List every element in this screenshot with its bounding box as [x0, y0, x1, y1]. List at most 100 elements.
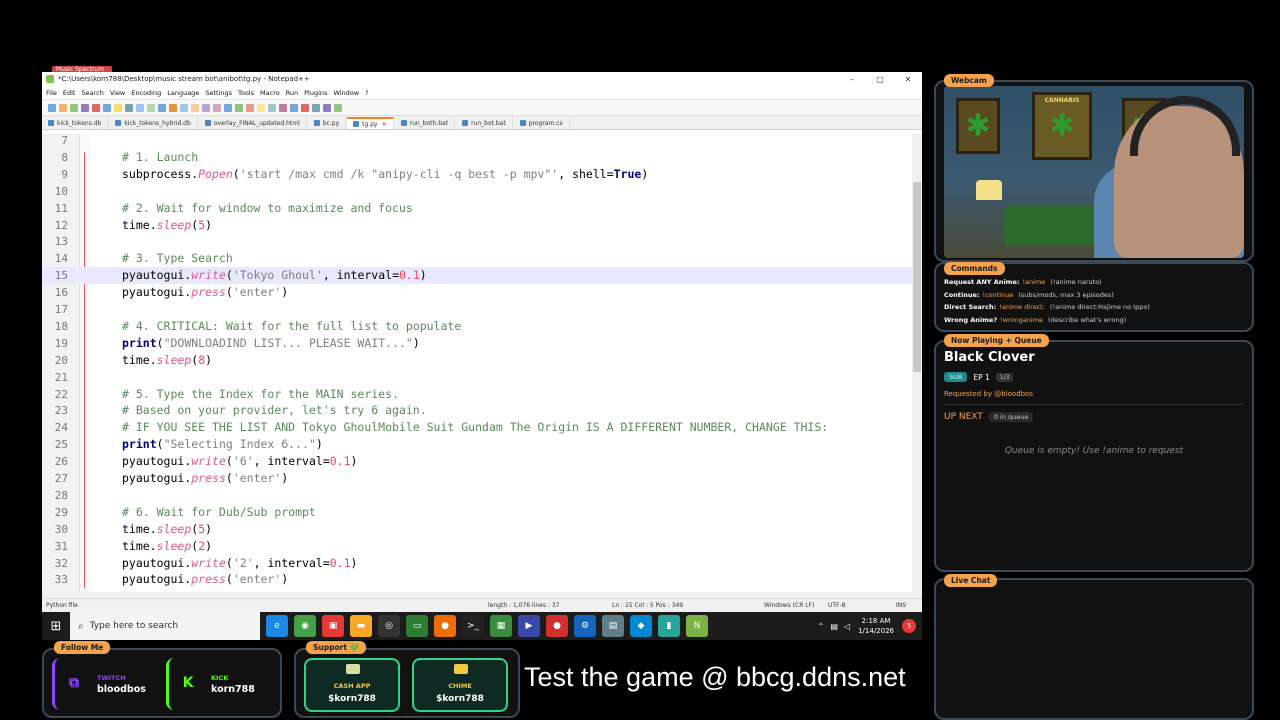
code-text[interactable]: time.sleep(2)	[122, 538, 212, 555]
toolbar-button-icon[interactable]	[246, 103, 254, 112]
tab-program-cs[interactable]: program.cs	[514, 117, 570, 129]
menu-item-search[interactable]: Search	[81, 89, 103, 97]
scroll-thumb[interactable]	[913, 182, 921, 372]
code-line[interactable]: 16 pyautogui.press('enter')	[42, 284, 912, 301]
taskbar-search[interactable]: ⌕ Type here to search	[70, 612, 260, 640]
minimize-button[interactable]: –	[838, 75, 866, 84]
folder-icon[interactable]: ▬	[350, 615, 372, 637]
start-button[interactable]: ⊞	[42, 612, 70, 640]
code-text[interactable]: pyautogui.press('enter')	[122, 571, 288, 588]
code-line[interactable]: 14 # 3. Type Search	[42, 250, 912, 267]
code-text[interactable]: # 1. Launch	[122, 149, 198, 166]
menu-item-macro[interactable]: Macro	[260, 89, 280, 97]
code-line[interactable]: 9 subprocess.Popen('start /max cmd /k "an…	[42, 166, 912, 183]
toolbar-button-icon[interactable]	[147, 103, 155, 112]
code-text[interactable]: # IF YOU SEE THE LIST AND Tokyo GhoulMob…	[122, 419, 828, 436]
code-text[interactable]: print("Selecting Index 6...")	[122, 436, 323, 453]
drive-icon[interactable]: ▤	[602, 615, 624, 637]
obs-icon[interactable]: ◎	[378, 615, 400, 637]
record-icon[interactable]: ●	[546, 615, 568, 637]
vertical-scrollbar[interactable]	[912, 134, 922, 596]
support-card-cash-app[interactable]: CASH APP $korn788	[304, 658, 400, 712]
toolbar-button-icon[interactable]	[301, 103, 309, 112]
toolbar-button-icon[interactable]	[180, 103, 188, 112]
code-editor[interactable]: 7 8 # 1. Launch 9 subprocess.Popen('start /m…	[42, 134, 912, 596]
tab-kick-tokens-hybrid-db[interactable]: kick_tokens_hybrid.db	[109, 117, 198, 129]
code-line[interactable]: 8 # 1. Launch	[42, 149, 912, 166]
code-text[interactable]: # 2. Wait for window to maximize and foc…	[122, 200, 413, 217]
code-line[interactable]: 33 pyautogui.press('enter')	[42, 571, 912, 588]
menu-item-settings[interactable]: Settings	[205, 89, 232, 97]
code-text[interactable]: pyautogui.press('enter')	[122, 470, 288, 487]
menu-item-encoding[interactable]: Encoding	[131, 89, 161, 97]
code-text[interactable]: subprocess.Popen('start /max cmd /k "ani…	[122, 166, 648, 183]
code-text[interactable]: pyautogui.press('enter')	[122, 284, 288, 301]
menu-item-run[interactable]: Run	[286, 89, 298, 97]
toolbar-button-icon[interactable]	[213, 103, 221, 112]
support-card-chime[interactable]: CHIME $korn788	[412, 658, 508, 712]
notepadpp-icon[interactable]: N	[686, 615, 708, 637]
steam-icon[interactable]: ⚙	[574, 615, 596, 637]
tab-kick-tokens-db[interactable]: kick_tokens.db	[42, 117, 109, 129]
code-text[interactable]: # 5. Type the Index for the MAIN series.	[122, 386, 399, 403]
toolbar-button-icon[interactable]	[323, 103, 331, 112]
menu-item-edit[interactable]: Edit	[63, 89, 76, 97]
toolbar-button-icon[interactable]	[257, 103, 265, 112]
menu-item-language[interactable]: Language	[167, 89, 199, 97]
code-line[interactable]: 21	[42, 369, 912, 386]
maximize-button[interactable]: ▢	[866, 75, 894, 84]
notes-icon[interactable]: ▮	[658, 615, 680, 637]
code-text[interactable]: print("DOWNLOADIND LIST... PLEASE WAIT..…	[122, 335, 420, 352]
close-button[interactable]: ✕	[894, 75, 922, 84]
code-line[interactable]: 13	[42, 233, 912, 250]
toolbar-button-icon[interactable]	[268, 103, 276, 112]
code-line[interactable]: 19 print("DOWNLOADIND LIST... PLEASE WAIT…	[42, 335, 912, 352]
tab-run-both-bat[interactable]: run_both.bat	[395, 117, 456, 129]
toolbar-button-icon[interactable]	[103, 103, 111, 112]
code-line[interactable]: 25 print("Selecting Index 6...")	[42, 436, 912, 453]
toolbar-button-icon[interactable]	[279, 103, 287, 112]
code-line[interactable]: 22 # 5. Type the Index for the MAIN serie…	[42, 386, 912, 403]
code-line[interactable]: 32 pyautogui.write('2', interval=0.1)	[42, 555, 912, 572]
code-line[interactable]: 26 pyautogui.write('6', interval=0.1)	[42, 453, 912, 470]
toolbar-button-icon[interactable]	[334, 103, 342, 112]
code-line[interactable]: 18 # 4. CRITICAL: Wait for the full list …	[42, 318, 912, 335]
firefox-icon[interactable]: ●	[434, 615, 456, 637]
chrome-icon[interactable]: ◉	[294, 615, 316, 637]
toolbar-button-icon[interactable]	[202, 103, 210, 112]
volume-icon[interactable]: ◁	[844, 622, 850, 631]
toolbar-button-icon[interactable]	[81, 103, 89, 112]
code-line[interactable]: 28	[42, 487, 912, 504]
tray-chevron-icon[interactable]: ⌃	[818, 622, 825, 631]
code-line[interactable]: 31 time.sleep(2)	[42, 538, 912, 555]
code-line[interactable]: 10	[42, 183, 912, 200]
toolbar-button-icon[interactable]	[136, 103, 144, 112]
menu-item-plugins[interactable]: Plugins	[304, 89, 327, 97]
toolbar-button-icon[interactable]	[312, 103, 320, 112]
menu-item-view[interactable]: View	[110, 89, 125, 97]
toolbar-button-icon[interactable]	[290, 103, 298, 112]
code-line[interactable]: 27 pyautogui.press('enter')	[42, 470, 912, 487]
follow-card-twitch[interactable]: ⧉ TWITCH bloodbos	[52, 658, 160, 710]
vpn-icon[interactable]: ◆	[630, 615, 652, 637]
code-text[interactable]: # Based on your provider, let's try 6 ag…	[122, 402, 427, 419]
toolbar-button-icon[interactable]	[235, 103, 243, 112]
code-line[interactable]: 7	[42, 134, 912, 149]
monitor-icon[interactable]: ▭	[406, 615, 428, 637]
code-text[interactable]: time.sleep(5)	[122, 521, 212, 538]
clock[interactable]: 2:18 AM 1/14/2026	[858, 616, 894, 636]
toolbar-button-icon[interactable]	[48, 103, 56, 112]
tab-overlay-final-updated-html[interactable]: overlay_FINAL_updated.html	[199, 117, 307, 129]
code-line[interactable]: 23 # Based on your provider, let's try 6 …	[42, 402, 912, 419]
code-line[interactable]: 24 # IF YOU SEE THE LIST AND Tokyo GhoulM…	[42, 419, 912, 436]
app-icon[interactable]: ▦	[490, 615, 512, 637]
edge-icon[interactable]: e	[266, 615, 288, 637]
menu-item-[interactable]: ?	[365, 89, 368, 97]
toolbar-button-icon[interactable]	[169, 103, 177, 112]
toolbar-button-icon[interactable]	[224, 103, 232, 112]
media-icon[interactable]: ▶	[518, 615, 540, 637]
close-tab-icon[interactable]: ✕	[382, 121, 387, 128]
menu-item-window[interactable]: Window	[333, 89, 359, 97]
code-line[interactable]: 30 time.sleep(5)	[42, 521, 912, 538]
store-icon[interactable]: ▣	[322, 615, 344, 637]
